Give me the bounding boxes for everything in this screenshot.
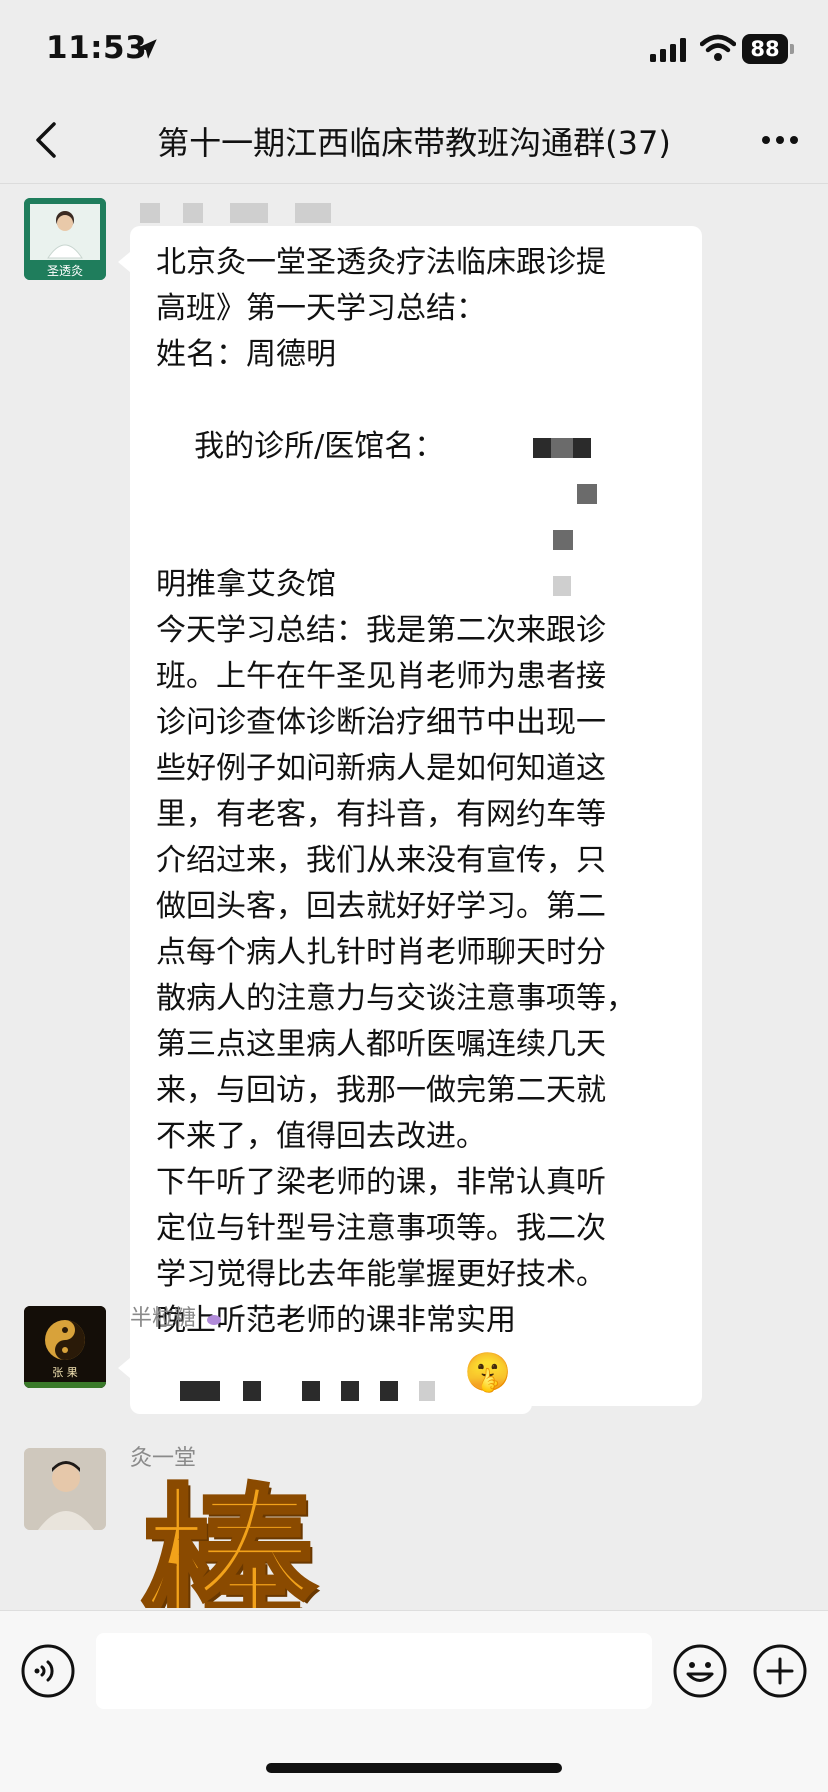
message-line: 学习觉得比去年能掌握更好技术。 [156, 1257, 606, 1292]
avatar[interactable]: 圣透灸 [24, 198, 106, 280]
message-line: 第三点这里病人都听医嘱连续几天 [156, 1027, 606, 1062]
chevron-left-icon[interactable] [26, 116, 70, 164]
location-arrow-icon [137, 39, 157, 59]
message-line: 里，有老客，有抖音，有网约车等 [156, 797, 606, 832]
sender-name: 灸一堂 [130, 1446, 197, 1471]
message-line: 诊问诊查体诊断治疗细节中出现一 [156, 705, 606, 740]
message-line: 些好例子如问新病人是如何知道这 [156, 751, 606, 786]
smile-icon[interactable] [672, 1643, 728, 1699]
message-line: 定位与针型号注意事项等。我二次 [156, 1211, 606, 1246]
plus-icon[interactable] [752, 1643, 808, 1699]
chat-input-bar [0, 1610, 828, 1792]
message-line: 不来了，值得回去改进。 [156, 1119, 486, 1154]
emoji: 🤫 [464, 1350, 512, 1394]
message-bubble[interactable]: 北京灸一堂圣透灸疗法临床跟诊提 高班》第一天学习总结： 姓名：周德明 我的诊所/… [118, 226, 702, 1406]
message-line: 北京灸一堂圣透灸疗法临床跟诊提 [156, 245, 606, 280]
message-line: 今天学习总结：我是第二次来跟诊 [156, 613, 606, 648]
chat-header: 第十一期江西临床带教班沟通群(37) [0, 96, 828, 184]
battery-indicator: 88 [742, 34, 794, 64]
cellular-signal-icon [650, 38, 686, 62]
home-indicator [266, 1763, 562, 1773]
message-line: 下午听了梁老师的课，非常认真听 [156, 1165, 606, 1200]
status-time: 11:53 [46, 30, 148, 66]
message-line: 点每个病人扎针时肖老师聊天时分 [156, 935, 606, 970]
avatar[interactable] [24, 1448, 106, 1530]
redacted-text [180, 1380, 436, 1401]
wifi-icon [700, 34, 736, 61]
candy-icon [207, 1315, 222, 1325]
avatar[interactable]: 张 果 [24, 1306, 106, 1388]
message-line: 散病人的注意力与交谈注意事项等， [156, 981, 636, 1016]
message-line: 高班》第一天学习总结： [156, 291, 486, 326]
user-photo-avatar-icon [24, 1448, 106, 1530]
message-bubble[interactable]: 🤫 [118, 1332, 532, 1414]
more-dots-icon[interactable] [758, 126, 802, 154]
avatar-label: 圣透灸 [46, 264, 83, 278]
sticker-text: 棒 [140, 1472, 318, 1608]
message-input[interactable] [96, 1633, 652, 1709]
message-line: 来，与回访，我那一做完第二天就 [156, 1073, 606, 1108]
sender-name-redacted [140, 200, 331, 225]
message-line: 明推拿艾灸馆 [156, 567, 336, 602]
sender-name: 半粒糖 [130, 1300, 222, 1332]
voice-icon[interactable] [20, 1643, 76, 1699]
message-line: 介绍过来，我们从来没有宣传，只 [156, 843, 606, 878]
sticker-image[interactable]: 棒 [140, 1472, 380, 1608]
redacted-text [476, 378, 598, 654]
avatar-label: 张 果 [52, 1366, 78, 1379]
message-line: 做回头客，回去就好好学习。第二 [156, 889, 606, 924]
status-bar: 11:53 88 [0, 0, 828, 96]
message-line: 班。上午在午圣见肖老师为患者接 [156, 659, 606, 694]
chat-title: 第十一期江西临床带教班沟通群(37) [157, 124, 671, 162]
message-line: 姓名：周德明 [156, 337, 336, 372]
message-line-with-redaction: 我的诊所/医馆名： [156, 378, 680, 596]
